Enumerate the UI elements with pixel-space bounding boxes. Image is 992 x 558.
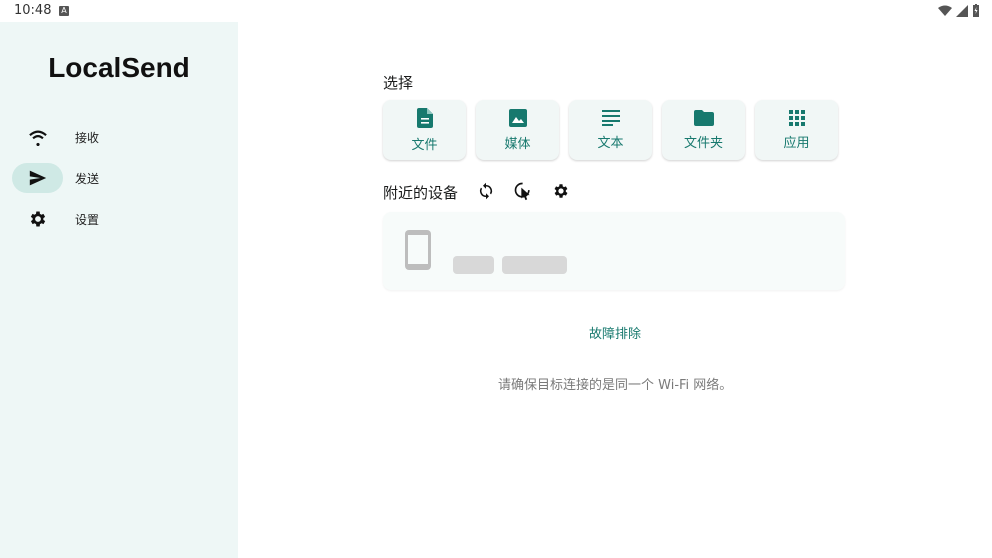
select-file-button[interactable]: 文件 xyxy=(383,100,466,160)
folder-icon xyxy=(693,109,714,126)
card-label: 文件夹 xyxy=(683,135,723,151)
gear-icon xyxy=(30,211,45,227)
refresh-button[interactable] xyxy=(474,180,498,202)
scan-target-button[interactable] xyxy=(511,180,535,202)
wifi-icon xyxy=(28,130,47,146)
network-settings-button[interactable] xyxy=(549,180,573,202)
select-section-title: 选择 xyxy=(383,74,414,92)
sidebar-item-settings[interactable]: 设置 xyxy=(12,204,222,234)
card-label: 文本 xyxy=(597,135,624,151)
refresh-icon xyxy=(479,182,493,200)
skeleton-tag xyxy=(502,256,567,274)
phone-icon xyxy=(405,230,431,270)
cursor-target-icon xyxy=(514,182,530,201)
apps-grid-icon xyxy=(788,109,805,126)
status-time: 10:48 xyxy=(14,3,52,18)
select-app-button[interactable]: 应用 xyxy=(755,100,838,160)
nearby-devices-title: 附近的设备 xyxy=(383,184,459,202)
select-media-button[interactable]: 媒体 xyxy=(476,100,559,160)
sidebar-item-label: 发送 xyxy=(75,171,100,186)
wifi-signal-icon xyxy=(938,5,952,16)
notification-a-icon: A xyxy=(59,6,69,16)
sidebar-item-pill xyxy=(12,122,63,152)
troubleshoot-link[interactable]: 故障排除 xyxy=(589,323,641,342)
status-bar: 10:48 A xyxy=(0,0,992,22)
sidebar-item-label: 设置 xyxy=(75,212,100,227)
sidebar-item-send[interactable]: 发送 xyxy=(12,163,222,193)
skeleton-tag xyxy=(453,256,494,274)
image-icon xyxy=(508,108,527,127)
device-placeholder-card xyxy=(383,212,845,290)
main-content: 选择 文件 媒体 文本 文件夹 应用 附近的设备 故障排除 请确保目标连接的是同… xyxy=(238,22,992,558)
sidebar: LocalSend 接收 发送 设置 xyxy=(0,22,238,558)
gear-icon xyxy=(554,184,568,198)
select-text-button[interactable]: 文本 xyxy=(569,100,652,160)
select-cards: 文件 媒体 文本 文件夹 应用 xyxy=(383,100,838,160)
card-label: 文件 xyxy=(411,137,438,153)
battery-icon xyxy=(973,4,979,17)
cell-signal-icon xyxy=(956,4,968,17)
text-icon xyxy=(601,109,620,126)
file-icon xyxy=(416,107,433,128)
sidebar-item-pill xyxy=(12,204,63,234)
sidebar-item-receive[interactable]: 接收 xyxy=(12,122,222,152)
sidebar-item-pill xyxy=(12,163,63,193)
network-hint-text: 请确保目标连接的是同一个 Wi-Fi 网络。 xyxy=(498,378,733,393)
send-icon xyxy=(29,170,46,186)
card-label: 媒体 xyxy=(504,136,531,152)
card-label: 应用 xyxy=(783,135,810,151)
app-title: LocalSend xyxy=(48,52,190,83)
select-folder-button[interactable]: 文件夹 xyxy=(662,100,745,160)
system-icons xyxy=(938,4,980,17)
sidebar-item-label: 接收 xyxy=(75,130,100,145)
